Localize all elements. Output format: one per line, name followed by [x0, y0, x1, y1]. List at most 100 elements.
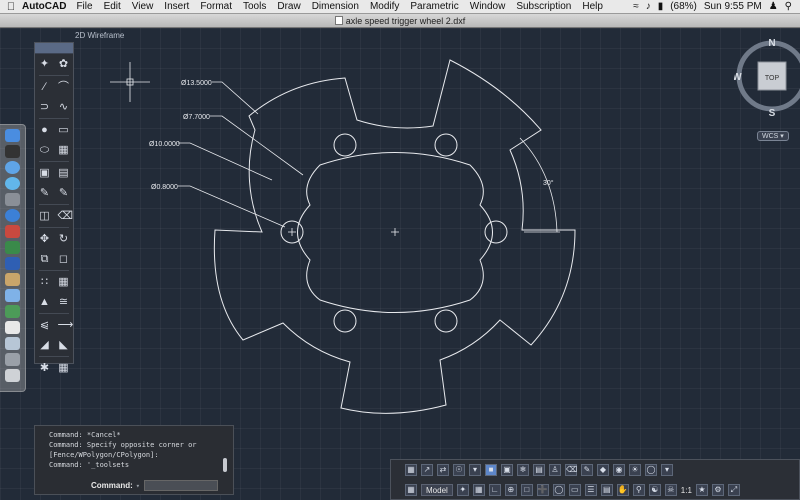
circle-tool-icon[interactable]: ●	[39, 124, 51, 136]
annotation-scale-icon[interactable]: ☠	[664, 484, 677, 496]
trim-tool-icon[interactable]: ⩿	[39, 319, 51, 331]
layer-dropdown-icon[interactable]: ▾	[469, 464, 481, 476]
view-cube[interactable]: TOP N S W	[734, 36, 800, 120]
insert-tool-icon[interactable]: ▤	[58, 167, 70, 179]
quick-tool-icon[interactable]: ✿	[58, 58, 70, 70]
annotation-scale[interactable]: 1:1	[681, 486, 692, 495]
fillet-tool-icon[interactable]: ◢	[39, 339, 51, 351]
command-scrollbar[interactable]	[223, 458, 227, 472]
rectangle-tool-icon[interactable]: ▭	[58, 124, 70, 136]
dock-app-red-icon[interactable]	[5, 225, 20, 238]
lock-icon[interactable]: ▤	[533, 464, 545, 476]
ortho-icon[interactable]: ∟	[488, 484, 501, 496]
menu-view[interactable]: View	[132, 1, 154, 12]
dock-terminal-icon[interactable]	[5, 145, 20, 158]
extend-tool-icon[interactable]: ⟶	[58, 319, 74, 331]
polyline-tool-icon[interactable]: ⊃	[39, 101, 51, 113]
dock-trash-icon[interactable]	[5, 369, 20, 382]
palette-header[interactable]	[35, 43, 73, 54]
dock-word-icon[interactable]	[5, 257, 20, 270]
layer-tool-icon[interactable]: ◫	[39, 210, 51, 222]
sun-icon[interactable]: ☀	[629, 464, 641, 476]
orbit-icon[interactable]: ☯	[648, 484, 661, 496]
hatch-tool-icon[interactable]: ▦	[58, 144, 70, 156]
snap-icon[interactable]: ✦	[456, 484, 469, 496]
lineweight-icon[interactable]: ☰	[584, 484, 597, 496]
menu-help[interactable]: Help	[582, 1, 603, 12]
dock-app-tan-icon[interactable]	[5, 273, 20, 286]
select-tool-icon[interactable]: ✦	[39, 58, 51, 70]
command-dropdown-icon[interactable]: ▾	[136, 482, 140, 490]
spline-tool-icon[interactable]: ∿	[58, 101, 70, 113]
dock-appstore-icon[interactable]	[5, 209, 20, 222]
dock-safari-icon[interactable]	[5, 161, 20, 174]
isolate-icon[interactable]: ▣	[501, 464, 513, 476]
rotate-tool-icon[interactable]: ↻	[58, 233, 70, 245]
dock-messages-icon[interactable]	[5, 177, 20, 190]
dock-finder-icon[interactable]	[5, 129, 20, 142]
wcs-menu[interactable]: WCS ▾	[757, 131, 789, 141]
menu-tools[interactable]: Tools	[243, 1, 266, 12]
dock-app-gray-icon[interactable]	[5, 353, 20, 366]
viewport-style-label[interactable]: 2D Wireframe	[75, 31, 124, 40]
volume-icon[interactable]: ♪	[646, 1, 651, 12]
erase-tool-icon[interactable]: ⌫	[58, 210, 74, 222]
menu-app-name[interactable]: AutoCAD	[22, 1, 66, 12]
dock-settings-icon[interactable]	[5, 193, 20, 206]
workspace-icon[interactable]: ⚙	[711, 484, 724, 496]
dyn-icon[interactable]: ▭	[568, 484, 581, 496]
apple-icon[interactable]: 	[0, 1, 22, 13]
move-tool-icon[interactable]: ✥	[39, 233, 51, 245]
walk-icon[interactable]: ♙	[549, 464, 561, 476]
dock-app-green-icon[interactable]	[5, 305, 20, 318]
battery-icon[interactable]: ▮	[658, 1, 664, 12]
scale-tool-icon[interactable]: ◻	[58, 253, 70, 265]
attribute-tool-icon[interactable]: ✎	[39, 187, 51, 199]
grid-array-tool-icon[interactable]: ▦	[58, 276, 70, 288]
visual-style-icon[interactable]: ◉	[613, 464, 625, 476]
osnap-icon[interactable]: □	[520, 484, 533, 496]
arc-tool-icon[interactable]: ⌒	[58, 81, 70, 93]
dock-folder-icon[interactable]	[5, 289, 20, 302]
menu-format[interactable]: Format	[200, 1, 232, 12]
offset-tool-icon[interactable]: ≅	[58, 296, 70, 308]
menu-dimension[interactable]: Dimension	[312, 1, 359, 12]
user-icon[interactable]: ♟	[769, 1, 778, 12]
fullscreen-icon[interactable]: ⤢	[727, 484, 740, 496]
line-tool-icon[interactable]: ∕	[39, 81, 51, 93]
material-dropdown-icon[interactable]: ▾	[661, 464, 673, 476]
props-icon[interactable]: ◆	[597, 464, 609, 476]
menu-window[interactable]: Window	[470, 1, 506, 12]
menu-file[interactable]: File	[76, 1, 92, 12]
polar-icon[interactable]: ⊕	[504, 484, 517, 496]
material-icon[interactable]: ◯	[645, 464, 657, 476]
properties-tool-icon[interactable]: ▦	[58, 362, 70, 374]
zoom-icon[interactable]: ⚲	[632, 484, 645, 496]
wifi-icon[interactable]: ≈	[633, 1, 639, 12]
otrack-icon[interactable]: ➕	[536, 484, 549, 496]
menu-modify[interactable]: Modify	[370, 1, 399, 12]
menu-draw[interactable]: Draw	[277, 1, 300, 12]
dock-activity-icon[interactable]	[5, 241, 20, 254]
menu-subscription[interactable]: Subscription	[516, 1, 571, 12]
chamfer-tool-icon[interactable]: ◣	[58, 339, 70, 351]
block-tool-icon[interactable]: ▣	[39, 167, 51, 179]
match-icon[interactable]: ⇄	[437, 464, 449, 476]
menu-parametric[interactable]: Parametric	[410, 1, 458, 12]
layer-state-icon[interactable]: ☉	[453, 464, 465, 476]
model-tab[interactable]: Model	[421, 484, 453, 496]
erase-layer-icon[interactable]: ⌫	[565, 464, 577, 476]
annotation-visibility-icon[interactable]: ★	[695, 484, 708, 496]
grid-icon[interactable]: ▦	[472, 484, 485, 496]
ducs-icon[interactable]: ◯	[552, 484, 565, 496]
color-swatch-icon[interactable]: ■	[485, 464, 497, 476]
freeze-icon[interactable]: ❄	[517, 464, 529, 476]
array-tool-icon[interactable]: ∷	[39, 276, 51, 288]
mirror-tool-icon[interactable]: ▲	[39, 296, 51, 308]
copy-tool-icon[interactable]: ⧉	[39, 253, 51, 265]
transparency-icon[interactable]: ▤	[600, 484, 613, 496]
layers-icon[interactable]: ▦	[405, 464, 417, 476]
plot-icon[interactable]: ↗	[421, 464, 433, 476]
command-input[interactable]	[144, 480, 218, 491]
dock-preview-icon[interactable]	[5, 337, 20, 350]
